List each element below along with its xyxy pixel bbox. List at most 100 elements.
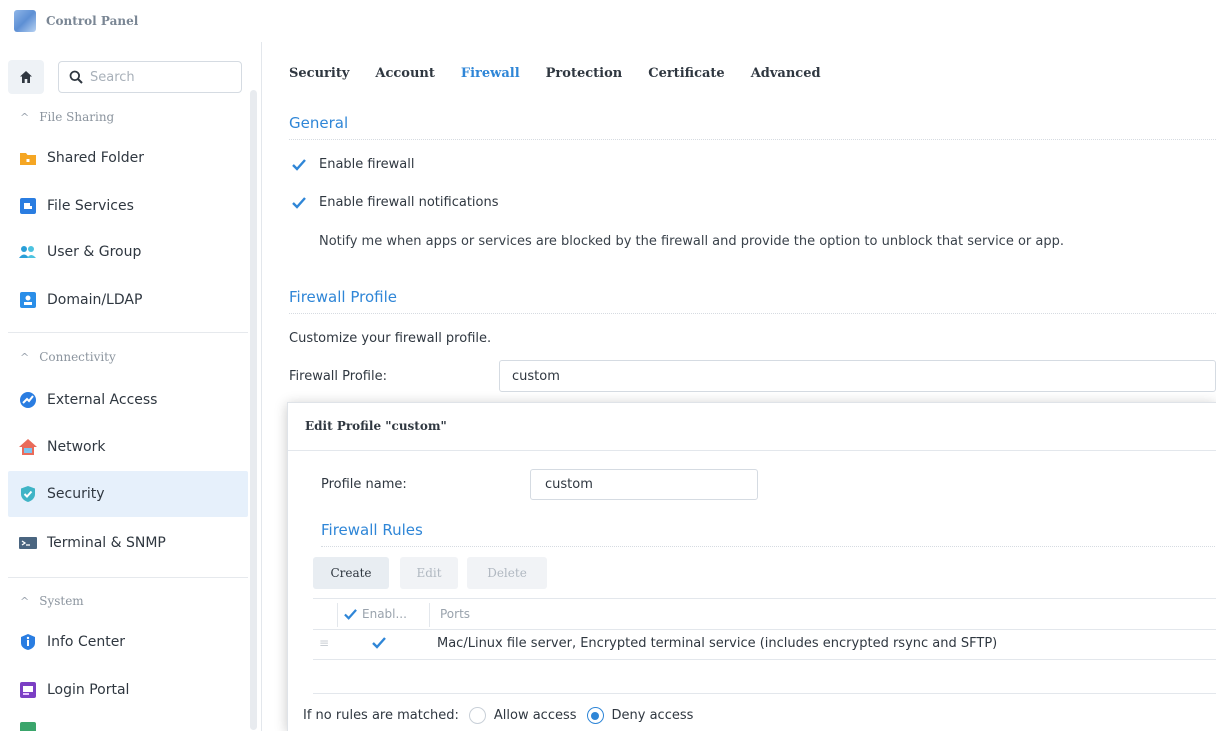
- folder-icon: [18, 148, 38, 168]
- checkmark-icon: [344, 608, 357, 620]
- tab-account[interactable]: Account: [375, 66, 435, 81]
- sidebar-item-label: Shared Folder: [47, 150, 145, 166]
- firewall-profile-value: custom: [512, 368, 560, 384]
- sidebar-item-label: User & Group: [47, 244, 142, 260]
- sidebar-item-external-access[interactable]: External Access: [8, 377, 248, 423]
- tab-certificate[interactable]: Certificate: [648, 66, 724, 81]
- dialog-title: Edit Profile "custom": [305, 419, 447, 433]
- sidebar: ^ File Sharing Shared Folder File Servic…: [0, 42, 262, 731]
- tab-firewall[interactable]: Firewall: [461, 66, 520, 81]
- tab-advanced[interactable]: Advanced: [751, 66, 821, 81]
- firewall-profile-select[interactable]: custom: [499, 360, 1216, 392]
- sidebar-item-network[interactable]: Network: [8, 424, 248, 470]
- tab-security[interactable]: Security: [289, 66, 349, 81]
- firewall-rules-title: Firewall Rules: [321, 521, 423, 539]
- checkmark-icon[interactable]: [371, 636, 387, 650]
- allow-access-label: Allow access: [493, 708, 577, 723]
- dialog-divider: [313, 693, 1216, 694]
- column-enabled-label: Enabl...: [362, 607, 407, 621]
- sidebar-item-label: Terminal & SNMP: [47, 535, 166, 551]
- section-divider: [321, 546, 1216, 547]
- group-file-sharing[interactable]: ^ File Sharing: [20, 110, 114, 124]
- users-icon: [18, 242, 38, 262]
- column-enabled[interactable]: Enabl...: [343, 607, 407, 621]
- sidebar-item-file-services[interactable]: File Services: [8, 183, 248, 229]
- group-system[interactable]: ^ System: [20, 594, 84, 608]
- sidebar-item-domain-ldap[interactable]: Domain/LDAP: [8, 277, 248, 323]
- search-field[interactable]: [58, 61, 242, 93]
- profile-name-label: Profile name:: [321, 477, 407, 492]
- checkmark-icon: [292, 196, 306, 209]
- sidebar-item-label: Login Portal: [47, 682, 130, 698]
- sidebar-item-label: External Access: [47, 392, 158, 408]
- sidebar-item-label: File Services: [47, 198, 134, 214]
- group-label: System: [39, 594, 84, 608]
- sidebar-scrollbar[interactable]: [250, 90, 257, 730]
- group-label: Connectivity: [39, 350, 116, 364]
- chevron-up-icon: ^: [20, 594, 30, 608]
- tab-protection[interactable]: Protection: [546, 66, 623, 81]
- deny-access-label: Deny access: [611, 708, 694, 723]
- table-row[interactable]: ≡ Mac/Linux file server, Encrypted termi…: [313, 630, 1216, 660]
- search-icon: [69, 70, 83, 84]
- chevron-up-icon: ^: [20, 350, 30, 364]
- firewall-profile-section-title: Firewall Profile: [289, 288, 397, 306]
- drag-handle-icon[interactable]: ≡: [319, 636, 329, 650]
- profile-name-input[interactable]: custom: [530, 469, 758, 500]
- sidebar-item-info-center[interactable]: Info Center: [8, 619, 248, 665]
- dialog-divider: [288, 450, 1216, 451]
- section-divider: [289, 139, 1216, 140]
- sidebar-divider: [8, 332, 248, 333]
- general-section-title: General: [289, 114, 349, 132]
- section-divider: [289, 313, 1216, 314]
- sidebar-item-label: Info Center: [47, 634, 126, 650]
- edit-button[interactable]: Edit: [400, 557, 458, 589]
- enable-notifications-checkbox[interactable]: Enable firewall notifications: [291, 195, 499, 210]
- sidebar-item-login-portal[interactable]: Login Portal: [8, 667, 248, 713]
- enable-firewall-label: Enable firewall: [319, 157, 415, 172]
- home-icon: [20, 71, 32, 83]
- profile-description: Customize your firewall profile.: [289, 331, 492, 346]
- edit-profile-dialog: Edit Profile "custom" Profile name: cust…: [287, 402, 1216, 731]
- group-label: File Sharing: [39, 110, 115, 124]
- create-button[interactable]: Create: [313, 557, 389, 589]
- enable-notifications-label: Enable firewall notifications: [319, 195, 499, 210]
- info-icon: [18, 632, 38, 652]
- rule-ports: Mac/Linux file server, Encrypted termina…: [437, 636, 998, 651]
- group-connectivity[interactable]: ^ Connectivity: [20, 350, 116, 364]
- notifications-note: Notify me when apps or services are bloc…: [319, 234, 1064, 249]
- enable-firewall-checkbox[interactable]: Enable firewall: [291, 157, 414, 172]
- sidebar-item-label: Network: [47, 439, 106, 455]
- sidebar-item-user-group[interactable]: User & Group: [8, 229, 248, 275]
- column-divider: [429, 603, 430, 627]
- window-titlebar: Control Panel: [0, 0, 1216, 42]
- sidebar-divider: [8, 577, 248, 578]
- checkmark-icon: [292, 158, 306, 171]
- sidebar-search-row: [8, 60, 242, 94]
- regional-options-icon: [18, 718, 38, 731]
- sidebar-item-label: Security: [47, 486, 105, 502]
- shield-icon: [18, 484, 38, 504]
- tab-bar: Security Account Firewall Protection Cer…: [289, 66, 847, 81]
- rules-table-header: Enabl... Ports: [313, 598, 1216, 630]
- home-button[interactable]: [8, 60, 44, 94]
- sidebar-item-partial[interactable]: [8, 718, 248, 731]
- window-title: Control Panel: [46, 14, 139, 28]
- no-match-label: If no rules are matched:: [303, 708, 459, 723]
- no-match-row: If no rules are matched: Allow access De…: [303, 707, 693, 724]
- sidebar-item-security[interactable]: Security: [8, 471, 248, 517]
- network-home-icon: [18, 437, 38, 457]
- search-input[interactable]: [90, 69, 230, 85]
- sidebar-item-terminal-snmp[interactable]: Terminal & SNMP: [8, 520, 248, 566]
- file-services-icon: [18, 196, 38, 216]
- external-access-icon: [18, 390, 38, 410]
- allow-access-radio[interactable]: [468, 707, 486, 724]
- deny-access-radio[interactable]: [586, 707, 604, 724]
- firewall-profile-label: Firewall Profile:: [289, 369, 387, 384]
- column-ports[interactable]: Ports: [440, 607, 470, 621]
- terminal-icon: [18, 533, 38, 553]
- sidebar-item-shared-folder[interactable]: Shared Folder: [8, 135, 248, 181]
- sidebar-item-label: Domain/LDAP: [47, 292, 143, 308]
- chevron-up-icon: ^: [20, 110, 30, 124]
- delete-button[interactable]: Delete: [467, 557, 547, 589]
